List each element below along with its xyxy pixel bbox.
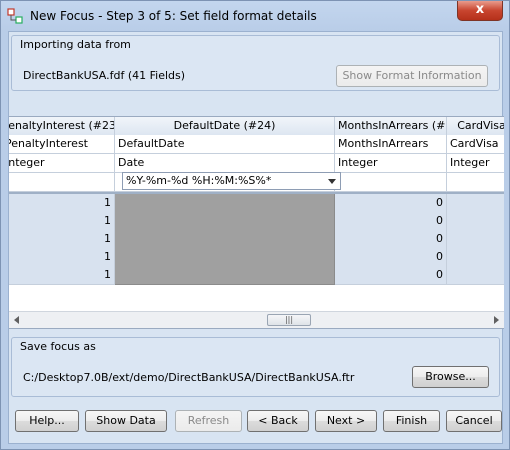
table-cell: 0 xyxy=(335,248,447,267)
table-cell xyxy=(115,230,335,249)
window-title: New Focus - Step 3 of 5: Set field forma… xyxy=(30,9,317,23)
table-cell xyxy=(115,212,335,231)
column-header[interactable]: MonthsInArrears (#… xyxy=(335,117,447,136)
table-cell: 0 xyxy=(335,212,447,231)
table-cell xyxy=(115,248,335,267)
table-cell: 1 xyxy=(9,212,115,231)
next-button[interactable]: Next > xyxy=(315,410,377,432)
app-icon xyxy=(7,8,23,24)
table-cell xyxy=(447,230,504,249)
column-header[interactable]: CardVisa xyxy=(447,117,504,136)
finish-button[interactable]: Finish xyxy=(383,410,440,432)
scroll-left-icon[interactable] xyxy=(14,316,19,324)
save-group-label: Save focus as xyxy=(20,340,96,353)
table-cell: 1 xyxy=(9,248,115,267)
field-type-cell[interactable]: Integer xyxy=(447,154,504,173)
wizard-window: New Focus - Step 3 of 5: Set field forma… xyxy=(0,0,510,450)
field-name-cell[interactable]: CardVisa xyxy=(447,135,504,154)
table-cell xyxy=(115,266,335,285)
field-name-cell[interactable]: MonthsInArrears xyxy=(335,135,447,154)
browse-button[interactable]: Browse... xyxy=(412,366,489,388)
table-cell xyxy=(447,194,504,213)
field-type-cell[interactable]: Integer xyxy=(335,154,447,173)
refresh-button[interactable]: Refresh xyxy=(175,410,242,432)
field-name-cell[interactable]: DefaultDate xyxy=(115,135,335,154)
field-type-cell[interactable]: Integer xyxy=(9,154,115,173)
field-name-cell[interactable]: PenaltyInterest xyxy=(9,135,115,154)
table-cell: 1 xyxy=(9,194,115,213)
table-cell xyxy=(447,266,504,285)
table-cell: 1 xyxy=(9,230,115,249)
import-group-label: Importing data from xyxy=(20,38,131,51)
column-header[interactable]: PenaltyInterest (#23) xyxy=(9,117,115,136)
horizontal-scrollbar[interactable]: ||| xyxy=(9,311,504,328)
field-format-cell[interactable] xyxy=(335,173,447,192)
cancel-button[interactable]: Cancel xyxy=(446,410,502,432)
field-format-cell[interactable] xyxy=(447,173,504,192)
import-source-text: DirectBankUSA.fdf (41 Fields) xyxy=(23,69,186,82)
back-button[interactable]: < Back xyxy=(247,410,309,432)
table-cell xyxy=(115,194,335,213)
field-format-cell[interactable] xyxy=(9,173,115,192)
chevron-down-icon[interactable] xyxy=(328,179,336,184)
table-cell xyxy=(447,212,504,231)
title-bar[interactable]: New Focus - Step 3 of 5: Set field forma… xyxy=(1,1,509,31)
column-header[interactable]: DefaultDate (#24) xyxy=(115,117,335,136)
import-group: Importing data from DirectBankUSA.fdf (4… xyxy=(11,35,500,91)
date-format-value: %Y-%m-%d %H:%M:%S%* xyxy=(126,174,272,187)
save-path-text: C:/Desktop7.0B/ext/demo/DirectBankUSA/Di… xyxy=(23,371,355,384)
table-cell: 1 xyxy=(9,266,115,285)
table-cell: 0 xyxy=(335,194,447,213)
scroll-right-icon[interactable] xyxy=(494,316,499,324)
save-group: Save focus as C:/Desktop7.0B/ext/demo/Di… xyxy=(11,337,500,397)
show-data-button[interactable]: Show Data xyxy=(85,410,167,432)
close-button[interactable]: x xyxy=(457,1,503,21)
help-button[interactable]: Help... xyxy=(15,410,79,432)
field-format-grid[interactable]: PenaltyInterest (#23) DefaultDate (#24) … xyxy=(9,116,504,329)
field-type-cell[interactable]: Date xyxy=(115,154,335,173)
scroll-thumb[interactable]: ||| xyxy=(267,314,311,326)
table-cell: 0 xyxy=(335,230,447,249)
wizard-body: Importing data from DirectBankUSA.fdf (4… xyxy=(8,31,504,444)
date-format-dropdown[interactable]: %Y-%m-%d %H:%M:%S%* xyxy=(122,172,341,190)
show-format-info-button[interactable]: Show Format Information xyxy=(336,65,488,87)
table-cell xyxy=(447,248,504,267)
table-cell: 0 xyxy=(335,266,447,285)
